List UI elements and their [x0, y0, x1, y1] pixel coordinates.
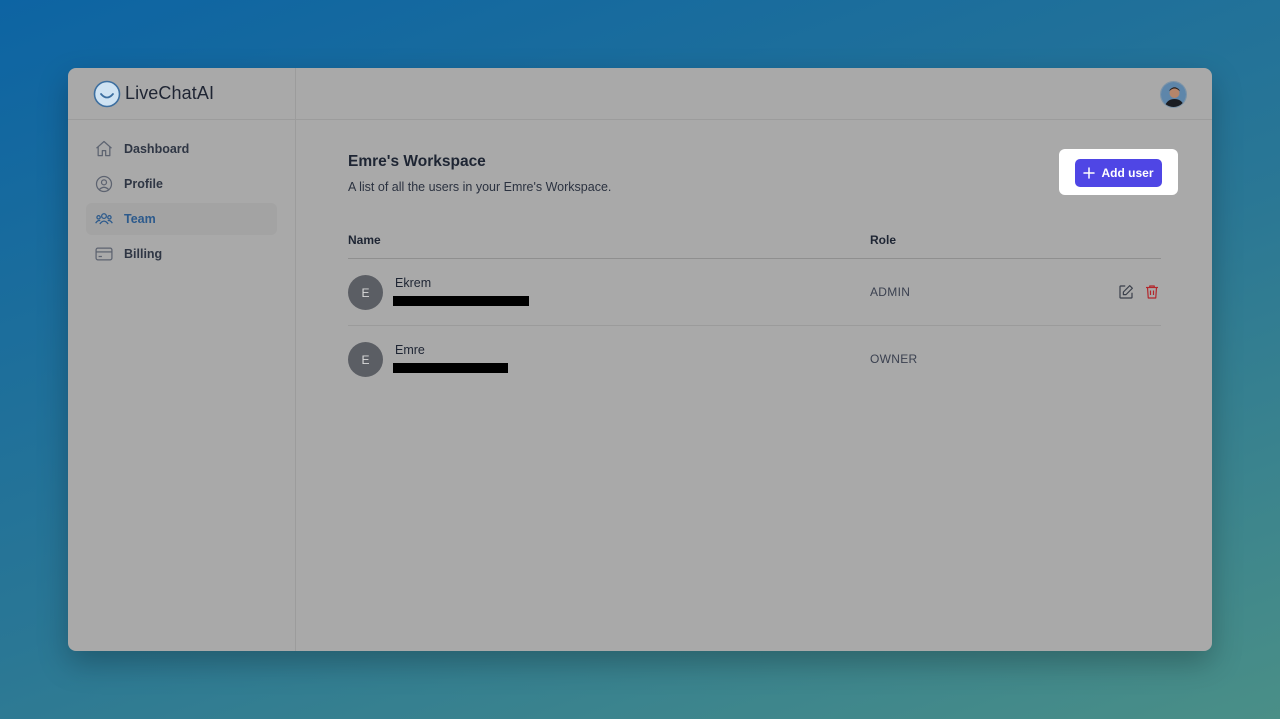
edit-icon[interactable]	[1117, 283, 1135, 301]
user-name: Ekrem	[395, 276, 432, 290]
sidebar-item-label: Profile	[124, 177, 163, 191]
table-row: E Emre OWNER	[348, 326, 1161, 393]
user-initial-avatar: E	[348, 342, 383, 377]
sidebar-item-label: Dashboard	[124, 142, 190, 156]
page-description: A list of all the users in your Emre's W…	[348, 180, 612, 194]
column-header-name: Name	[348, 233, 381, 247]
top-bar	[296, 68, 1212, 120]
home-icon	[96, 140, 112, 157]
user-role: ADMIN	[870, 285, 911, 299]
sidebar-nav: Dashboard Profile Team Billing	[68, 120, 295, 270]
page-title: Emre's Workspace	[348, 153, 486, 170]
sidebar-item-label: Billing	[124, 247, 163, 261]
table-header: Name Role	[348, 224, 1161, 259]
logo[interactable]: LiveChatAI	[68, 68, 295, 120]
user-role: OWNER	[870, 352, 918, 366]
sidebar-item-billing[interactable]: Billing	[86, 238, 277, 270]
plus-icon	[1083, 167, 1096, 179]
sidebar-item-team[interactable]: Team	[86, 203, 277, 235]
row-actions	[1109, 283, 1161, 301]
sidebar-item-dashboard[interactable]: Dashboard	[86, 133, 277, 165]
redacted-email	[393, 296, 529, 306]
user-avatar[interactable]	[1160, 81, 1187, 108]
users-icon	[95, 213, 113, 225]
add-user-button[interactable]: Add user	[1075, 159, 1162, 187]
main-content: Emre's Workspace A list of all the users…	[296, 120, 1212, 651]
user-name: Emre	[395, 343, 425, 357]
user-initial-avatar: E	[348, 275, 383, 310]
livechatai-logo-icon	[93, 80, 121, 107]
column-header-role: Role	[870, 233, 897, 247]
users-table: Name Role E Ekrem ADMIN E Emre OWNER	[348, 224, 1161, 393]
sidebar-item-label: Team	[124, 212, 156, 226]
app-window: LiveChatAI Dashboard Profile Team Billin…	[68, 68, 1212, 651]
sidebar-item-profile[interactable]: Profile	[86, 168, 277, 200]
redacted-email	[393, 363, 508, 373]
logo-text: LiveChatAI	[125, 83, 215, 103]
trash-icon[interactable]	[1143, 283, 1161, 301]
add-user-highlight: Add user	[1059, 149, 1178, 195]
avatar-image-icon	[1161, 82, 1186, 107]
add-user-label: Add user	[1101, 166, 1154, 180]
sidebar: LiveChatAI Dashboard Profile Team Billin…	[68, 68, 296, 651]
table-row: E Ekrem ADMIN	[348, 259, 1161, 326]
credit-card-icon	[95, 247, 113, 261]
user-circle-icon	[95, 175, 113, 193]
